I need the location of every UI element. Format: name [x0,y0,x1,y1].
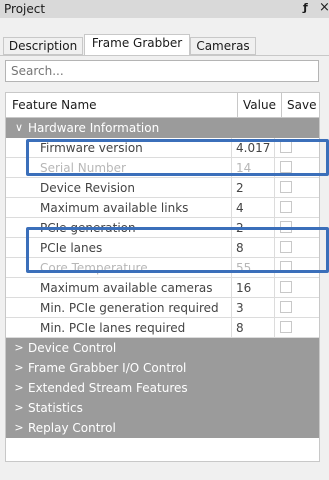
tab-bar: Description Frame Grabber Cameras [0,18,329,56]
chevron-down-icon[interactable]: ∨ [14,121,24,134]
group-extended-stream-features[interactable]: > Extended Stream Features [6,378,319,398]
feature-value: 16 [236,281,252,295]
group-replay-control[interactable]: > Replay Control [6,418,319,438]
group-label: Device Control [28,341,117,355]
table-row-device-revision[interactable]: Device Revision 2 [6,178,319,198]
cell-divider [274,198,275,218]
cell-divider [231,278,232,298]
group-device-control[interactable]: > Device Control [6,338,319,358]
feature-name: Device Revision [40,181,136,195]
save-checkbox[interactable] [280,301,292,313]
column-header-value[interactable]: Value [243,98,276,112]
cell-divider [231,198,232,218]
feature-value: 3 [236,301,244,315]
tab-description[interactable]: Description [3,37,83,55]
tab-frame-grabber[interactable]: Frame Grabber [84,34,190,56]
chevron-right-icon[interactable]: > [14,421,24,434]
highlight-box-firmware [26,139,329,176]
group-label: Statistics [28,401,83,415]
save-checkbox[interactable] [280,321,292,333]
tab-divider [0,55,329,56]
feature-value: 4 [236,201,244,215]
cell-divider [274,278,275,298]
project-panel: Project ƒ × Description Frame Grabber Ca… [0,0,329,480]
chevron-right-icon[interactable]: > [14,341,24,354]
save-checkbox[interactable] [280,201,292,213]
table-header: Feature Name Value Save [6,93,319,118]
search-input[interactable] [5,60,319,82]
highlight-box-pcie [26,227,329,273]
panel-title-bar: Project ƒ × [0,0,329,18]
table-row-maximum-available-links[interactable]: Maximum available links 4 [6,198,319,218]
column-divider[interactable] [281,93,282,117]
chevron-right-icon[interactable]: > [14,381,24,394]
close-icon[interactable]: × [319,0,329,16]
tab-cameras[interactable]: Cameras [190,37,256,55]
group-frame-grabber-io-control[interactable]: > Frame Grabber I/O Control [6,358,319,378]
feature-name: Min. PCIe lanes required [40,321,186,335]
group-hardware-information[interactable]: ∨ Hardware Information [6,118,319,138]
cell-divider [274,298,275,318]
cell-divider [274,178,275,198]
pin-icon[interactable]: ƒ [303,1,315,15]
group-label: Replay Control [28,421,116,435]
feature-value: 2 [236,181,244,195]
cell-divider [231,318,232,338]
feature-name: Maximum available links [40,201,189,215]
save-checkbox[interactable] [280,181,292,193]
feature-name: Min. PCIe generation required [40,301,219,315]
group-label: Extended Stream Features [28,381,188,395]
save-checkbox[interactable] [280,281,292,293]
table-row-min-pcie-lanes-required[interactable]: Min. PCIe lanes required 8 [6,318,319,338]
table-row-min-pcie-generation-required[interactable]: Min. PCIe generation required 3 [6,298,319,318]
chevron-right-icon[interactable]: > [14,361,24,374]
chevron-right-icon[interactable]: > [14,401,24,414]
group-label: Hardware Information [28,121,160,135]
feature-name: Maximum available cameras [40,281,213,295]
feature-value: 8 [236,321,244,335]
column-header-feature-name[interactable]: Feature Name [12,98,97,112]
group-statistics[interactable]: > Statistics [6,398,319,418]
group-label: Frame Grabber I/O Control [28,361,187,375]
column-header-save[interactable]: Save [287,98,316,112]
cell-divider [231,298,232,318]
panel-title: Project [4,2,46,16]
table-row-maximum-available-cameras[interactable]: Maximum available cameras 16 [6,278,319,298]
cell-divider [231,178,232,198]
cell-divider [274,318,275,338]
column-divider[interactable] [237,93,238,117]
